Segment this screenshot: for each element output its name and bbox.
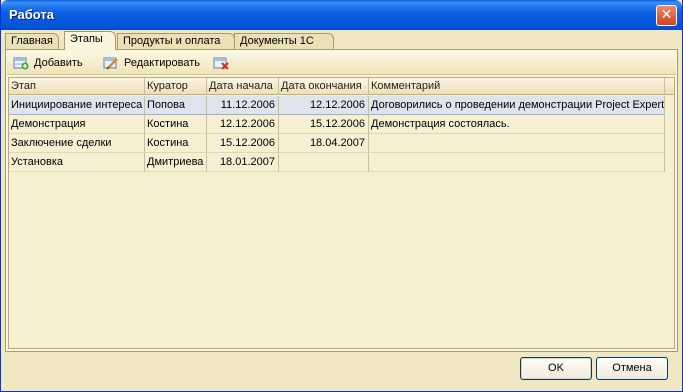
cell-end-date [279, 153, 369, 172]
table-row[interactable]: Демонстрация Костина 12.12.2006 15.12.20… [9, 115, 665, 134]
column-header-end-date[interactable]: Дата окончания [279, 78, 369, 95]
add-button[interactable]: Добавить [13, 54, 83, 72]
tab-main[interactable]: Главная [5, 33, 59, 50]
cell-end-date: 18.04.2007 [279, 134, 369, 153]
dialog-window: Работа ✕ Главная Этапы Продукты и оплата… [0, 0, 683, 392]
column-header-start-date[interactable]: Дата начала [207, 78, 279, 95]
add-button-label: Добавить [34, 57, 83, 69]
tab-products-payment[interactable]: Продукты и оплата [117, 33, 235, 50]
column-header-curator[interactable]: Куратор [145, 78, 207, 95]
stages-panel: Добавить Редактировать Этап Куратор Дата… [5, 49, 678, 352]
cell-curator: Дмитриева [145, 153, 207, 172]
tab-stages[interactable]: Этапы [64, 31, 116, 50]
table-row[interactable]: Заключение сделки Костина 15.12.2006 18.… [9, 134, 665, 153]
stages-table[interactable]: Этап Куратор Дата начала Дата окончания … [8, 77, 675, 349]
edit-row-icon [103, 56, 119, 70]
ok-button[interactable]: OK [520, 357, 592, 380]
cell-curator: Костина [145, 115, 207, 134]
toolbar: Добавить Редактировать [7, 51, 676, 75]
cell-curator: Костина [145, 134, 207, 153]
add-row-icon [13, 56, 29, 70]
window-title: Работа [9, 7, 54, 22]
cell-stage: Заключение сделки [9, 134, 145, 153]
edit-button-label: Редактировать [124, 57, 200, 69]
cell-start-date: 11.12.2006 [207, 96, 279, 115]
cell-start-date: 15.12.2006 [207, 134, 279, 153]
delete-row-icon [213, 56, 229, 70]
cell-start-date: 12.12.2006 [207, 115, 279, 134]
cell-end-date: 12.12.2006 [279, 96, 369, 115]
cell-comment [369, 134, 665, 153]
cell-stage: Установка [9, 153, 145, 172]
cell-comment: Демонстрация состоялась. [369, 115, 665, 134]
column-header-comment[interactable]: Комментарий [369, 78, 665, 95]
cell-curator: Попова [145, 96, 207, 115]
cancel-button[interactable]: Отмена [596, 357, 668, 380]
close-icon: ✕ [660, 7, 673, 23]
tab-strip: Главная Этапы Продукты и оплата Документ… [5, 31, 677, 50]
cell-start-date: 18.01.2007 [207, 153, 279, 172]
cell-end-date: 15.12.2006 [279, 115, 369, 134]
cell-stage: Инициирование интереса [9, 96, 145, 115]
edit-button[interactable]: Редактировать [103, 54, 200, 72]
cell-comment: Договорились о проведении демонстрации P… [369, 96, 665, 115]
cell-stage: Демонстрация [9, 115, 145, 134]
table-row[interactable]: Инициирование интереса Попова 11.12.2006… [9, 96, 665, 115]
close-button[interactable]: ✕ [656, 5, 677, 26]
cell-comment [369, 153, 665, 172]
tab-documents-1c[interactable]: Документы 1С [234, 33, 334, 50]
title-bar[interactable]: Работа ✕ [1, 0, 682, 30]
column-header-stage[interactable]: Этап [9, 78, 145, 95]
table-row[interactable]: Установка Дмитриева 18.01.2007 [9, 153, 665, 172]
delete-button[interactable] [213, 54, 234, 72]
table-header: Этап Куратор Дата начала Дата окончания … [9, 78, 674, 95]
